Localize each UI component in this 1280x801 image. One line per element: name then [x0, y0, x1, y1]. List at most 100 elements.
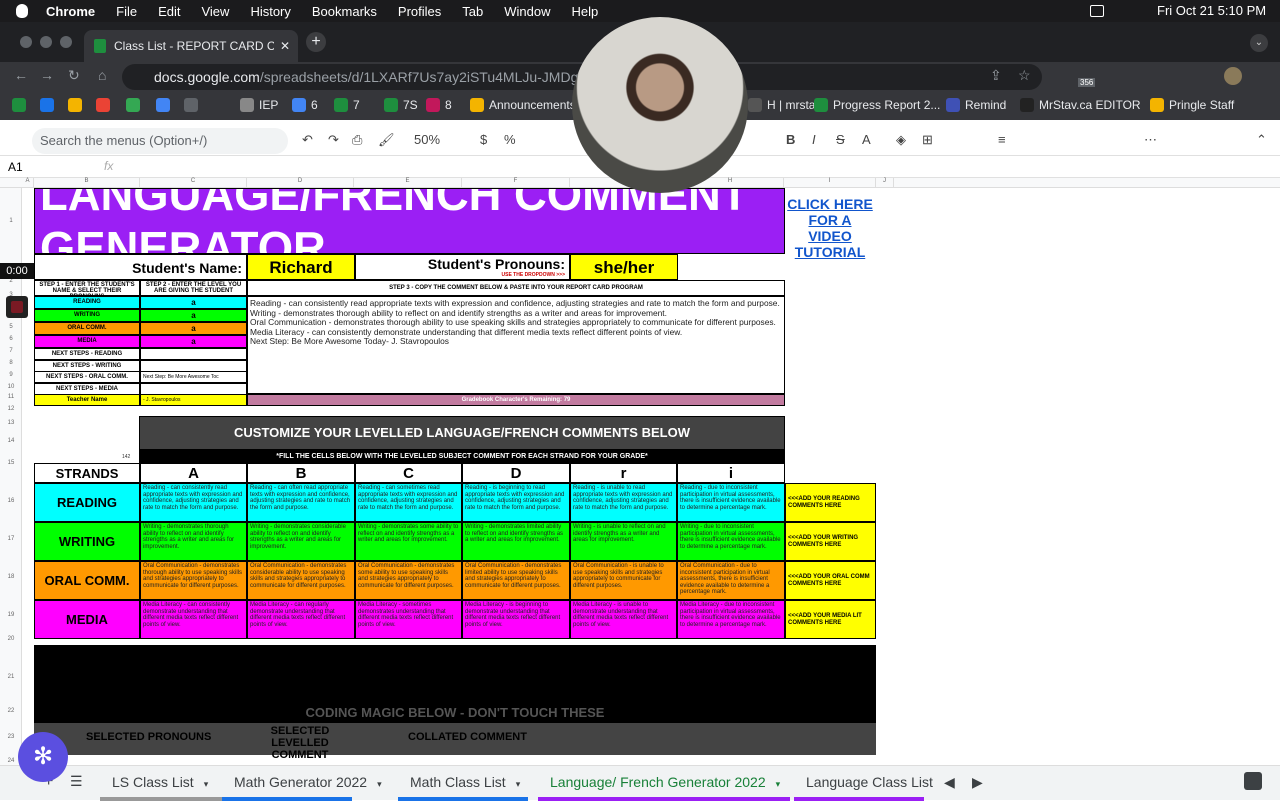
tab-scroll-right-icon[interactable]: ▶: [972, 774, 983, 791]
extension-launcher-button[interactable]: ✻: [18, 732, 68, 782]
bookmark-item[interactable]: H | mrstav: [748, 98, 821, 112]
column-header[interactable]: D: [247, 178, 354, 188]
column-header[interactable]: A: [22, 178, 34, 188]
fill-color-icon[interactable]: ◈: [896, 132, 906, 148]
record-stop-button[interactable]: [6, 296, 28, 318]
strand-comment-cell[interactable]: Media Literacy - is beginning to demonst…: [462, 600, 570, 639]
column-header[interactable]: B: [34, 178, 140, 188]
close-window-button[interactable]: [20, 36, 32, 48]
minimize-window-button[interactable]: [40, 36, 52, 48]
text-color-icon[interactable]: A: [862, 132, 871, 147]
student-name-input[interactable]: Richard: [247, 254, 355, 280]
clock[interactable]: Fri Oct 21 5:10 PM: [1157, 3, 1266, 18]
bookmark-star-icon[interactable]: ☆: [1018, 67, 1031, 84]
menu-search-input[interactable]: Search the menus (Option+/): [32, 128, 288, 154]
cell-reference[interactable]: A1: [8, 160, 23, 174]
column-header[interactable]: J: [876, 178, 894, 188]
bookmark-item[interactable]: [156, 98, 175, 112]
row-header[interactable]: 17: [0, 536, 22, 542]
teacher-name-input[interactable]: - J. Stavropoulos: [140, 394, 247, 406]
bookmark-item[interactable]: [184, 98, 203, 112]
bookmark-item[interactable]: MrStav.ca EDITOR: [1020, 98, 1141, 112]
new-tab-button[interactable]: +: [306, 32, 326, 52]
strand-comment-cell[interactable]: Reading - due to inconsistent participat…: [677, 483, 785, 522]
row-header[interactable]: 16: [0, 498, 22, 504]
column-header[interactable]: E: [354, 178, 462, 188]
next-steps-input[interactable]: [140, 348, 247, 360]
browser-tab[interactable]: Class List - REPORT CARD CO ✕: [84, 30, 298, 62]
bookmark-item[interactable]: [68, 98, 87, 112]
bookmark-item[interactable]: Announcements: [470, 98, 576, 112]
italic-icon[interactable]: I: [812, 132, 816, 147]
bookmark-item[interactable]: [12, 98, 31, 112]
menu-window[interactable]: Window: [504, 4, 550, 19]
strand-comment-cell[interactable]: Writing - is unable to reflect on and id…: [570, 522, 677, 561]
profile-avatar[interactable]: [1224, 67, 1242, 85]
close-tab-icon[interactable]: ✕: [280, 39, 290, 53]
strand-comment-cell[interactable]: Media Literacy - sometimes demonstrates …: [355, 600, 462, 639]
strand-comment-cell[interactable]: Reading - can consistently read appropri…: [140, 483, 247, 522]
sheet-tab[interactable]: Math Generator 2022 ▾: [234, 774, 382, 790]
tab-search-icon[interactable]: ⌄: [1250, 34, 1268, 52]
strand-comment-cell[interactable]: Oral Communication - demonstrates limite…: [462, 561, 570, 600]
sheet-tab-menu-icon[interactable]: ▾: [516, 779, 521, 789]
menu-file[interactable]: File: [116, 4, 137, 19]
sheet-tab[interactable]: Language/ French Generator 2022 ▾: [550, 774, 780, 790]
strand-comment-cell[interactable]: Writing - demonstrates limited ability t…: [462, 522, 570, 561]
level-input[interactable]: a: [140, 335, 247, 348]
row-header[interactable]: 21: [0, 674, 22, 680]
align-icon[interactable]: ≡: [998, 132, 1006, 147]
menu-history[interactable]: History: [250, 4, 290, 19]
row-header[interactable]: 8: [0, 360, 22, 366]
strand-comment-cell[interactable]: Media Literacy - can consistently demons…: [140, 600, 247, 639]
sheet-tab-menu-icon[interactable]: ▾: [204, 779, 209, 789]
explore-icon[interactable]: [1244, 772, 1262, 790]
menu-profiles[interactable]: Profiles: [398, 4, 441, 19]
strand-comment-cell[interactable]: Writing - demonstrates thorough ability …: [140, 522, 247, 561]
level-input[interactable]: a: [140, 322, 247, 335]
column-header[interactable]: C: [140, 178, 247, 188]
bookmark-item[interactable]: 7: [334, 98, 360, 112]
strand-comment-cell[interactable]: Reading - can often read appropriate tex…: [247, 483, 355, 522]
more-icon[interactable]: ⋯: [1144, 132, 1157, 148]
row-header[interactable]: 20: [0, 636, 22, 642]
back-icon[interactable]: ←: [14, 67, 28, 83]
row-header[interactable]: 13: [0, 420, 22, 426]
zoom-select[interactable]: 50%: [414, 132, 440, 147]
bookmark-item[interactable]: [96, 98, 115, 112]
sheet-tab[interactable]: Math Class List ▾: [410, 774, 520, 790]
strand-comment-cell[interactable]: Oral Communication - demonstrates some a…: [355, 561, 462, 600]
forward-icon[interactable]: →: [40, 67, 54, 83]
sheet-tab[interactable]: LS Class List ▾: [112, 774, 208, 790]
row-header[interactable]: 14: [0, 438, 22, 444]
print-icon[interactable]: ⎙: [352, 132, 362, 148]
column-header[interactable]: I: [784, 178, 876, 188]
menu-bookmarks[interactable]: Bookmarks: [312, 4, 377, 19]
redo-icon[interactable]: ↷: [328, 132, 339, 148]
strand-comment-cell[interactable]: Media Literacy - can regularly demonstra…: [247, 600, 355, 639]
next-steps-input[interactable]: Next Step: Be More Awesome Toc: [140, 371, 247, 383]
undo-icon[interactable]: ↶: [302, 132, 313, 148]
sheet-tab[interactable]: Language Class List: [806, 774, 933, 790]
row-header[interactable]: 6: [0, 336, 22, 342]
currency-icon[interactable]: $: [480, 132, 487, 147]
strand-comment-cell[interactable]: Reading - is unable to read appropriate …: [570, 483, 677, 522]
tab-scroll-left-icon[interactable]: ◀: [944, 774, 955, 791]
app-menu[interactable]: Chrome: [46, 4, 95, 19]
home-icon[interactable]: ⌂: [98, 67, 106, 83]
sheet-tab-menu-icon[interactable]: ▾: [776, 779, 781, 789]
paint-format-icon[interactable]: 🖌: [378, 132, 395, 148]
row-header[interactable]: 12: [0, 406, 22, 412]
collapse-icon[interactable]: ⌃: [1256, 132, 1267, 148]
strand-comment-cell[interactable]: Writing - demonstrates some ability to r…: [355, 522, 462, 561]
row-header[interactable]: 18: [0, 574, 22, 580]
bold-icon[interactable]: B: [786, 132, 795, 147]
level-input[interactable]: a: [140, 309, 247, 322]
strike-icon[interactable]: S: [836, 132, 845, 147]
column-header[interactable]: F: [462, 178, 570, 188]
all-sheets-icon[interactable]: ☰: [70, 773, 83, 790]
bookmark-item[interactable]: IEP: [240, 98, 278, 112]
strand-comment-cell[interactable]: Oral Communication - is unable to use sp…: [570, 561, 677, 600]
strand-comment-cell[interactable]: Reading - can sometimes read appropriate…: [355, 483, 462, 522]
menu-help[interactable]: Help: [572, 4, 599, 19]
